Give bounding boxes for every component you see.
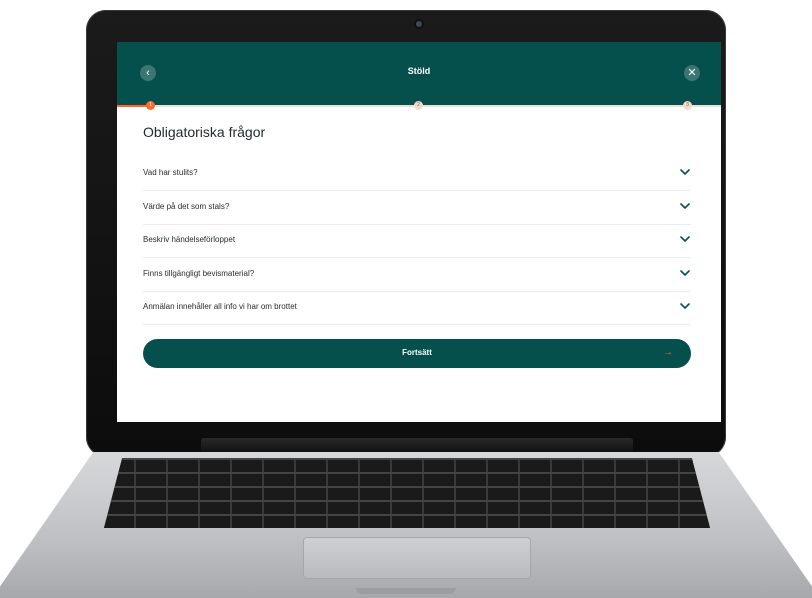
question-label: Vad har stulits? [143,168,198,177]
section-heading: Obligatoriska frågor [143,124,266,140]
page-title: Stöld [407,66,431,76]
close-button[interactable]: ✕ [684,65,700,81]
laptop-notch [356,588,456,594]
keyboard-rows [104,458,710,528]
webcam [416,21,422,27]
question-row-events[interactable]: Beskriv händelseförloppet [143,224,691,258]
question-row-all-info[interactable]: Anmälan innehåller all info vi har om br… [143,291,691,325]
step-3-indicator: 3 [683,101,692,110]
laptop-frame: ‹ Stöld ✕ 1 2 3 Obligatoriska frågor Vad… [0,0,812,598]
arrow-right-icon: → [663,347,673,358]
trackpad [303,537,531,579]
question-label: Finns tillgängligt bevismaterial? [143,269,255,278]
continue-label: Fortsätt [402,348,432,357]
question-label: Anmälan innehåller all info vi har om br… [143,302,297,311]
step-1-indicator: 1 [146,101,155,110]
continue-button[interactable]: Fortsätt → [143,339,691,368]
question-row-evidence[interactable]: Finns tillgängligt bevismaterial? [143,258,691,292]
chevron-down-icon [680,270,690,277]
question-label: Beskriv händelseförloppet [143,235,236,244]
close-icon: ✕ [687,67,697,79]
chevron-down-icon [680,203,690,210]
app-screen: ‹ Stöld ✕ 1 2 3 Obligatoriska frågor Vad… [117,42,721,422]
question-row-value[interactable]: Värde på det som stals? [143,191,691,225]
chevron-down-icon [680,236,690,243]
step-2-indicator: 2 [414,101,423,110]
header-bar: ‹ Stöld ✕ [117,42,721,105]
laptop-hinge [201,438,633,452]
question-label: Värde på det som stals? [143,202,230,211]
chevron-down-icon [680,303,690,310]
question-row-stolen-items[interactable]: Vad har stulits? [143,157,691,191]
chevron-down-icon [680,169,690,176]
